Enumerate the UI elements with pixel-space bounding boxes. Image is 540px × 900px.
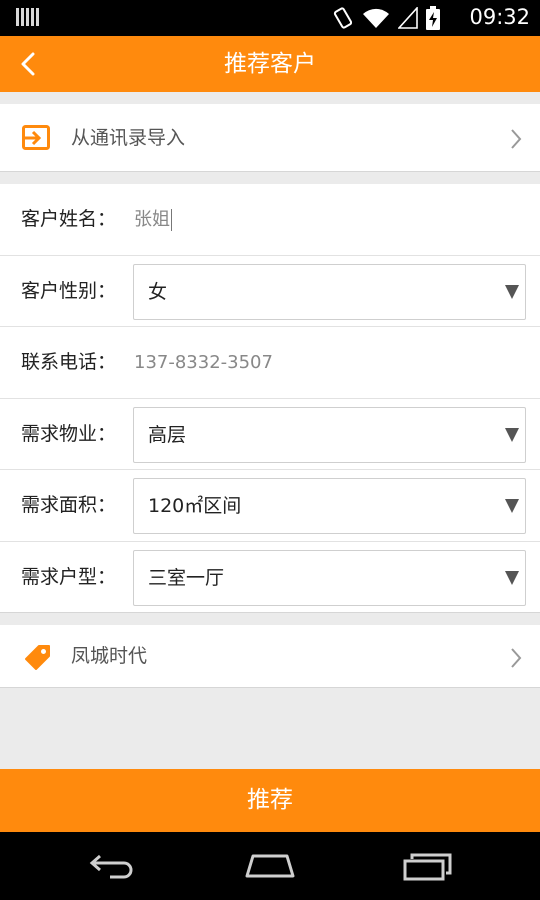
dropdown-arrow-icon	[505, 499, 519, 513]
layout-label: 需求户型：	[21, 565, 117, 588]
name-input[interactable]: 张姐	[134, 184, 172, 255]
recommend-button[interactable]: 推荐	[0, 769, 540, 832]
project-row[interactable]: 凤城时代	[0, 625, 540, 688]
dropdown-arrow-icon	[505, 427, 519, 442]
property-label: 需求物业：	[21, 422, 117, 445]
area-select[interactable]: 120㎡区间	[133, 478, 526, 534]
phone-row: 联系电话： 137-8332-3507	[0, 327, 540, 399]
status-bar: 09:32	[0, 0, 540, 36]
gender-row: 客户性别： 女	[0, 256, 540, 327]
tag-icon	[25, 645, 50, 670]
import-contacts-row[interactable]: 从通讯录导入	[0, 104, 540, 172]
signal-icon	[398, 7, 418, 29]
phone-label: 联系电话：	[21, 351, 117, 373]
area-value: 120㎡区间	[148, 495, 242, 517]
dropdown-arrow-icon	[505, 570, 519, 585]
gender-select[interactable]: 女	[133, 263, 526, 320]
chevron-right-icon	[511, 648, 522, 668]
nav-back-button[interactable]	[82, 846, 142, 886]
area-row: 需求面积： 120㎡区间	[0, 470, 540, 542]
property-value: 高层	[148, 423, 187, 446]
wifi-icon	[363, 8, 389, 28]
layout-row: 需求户型： 三室一厅	[0, 542, 540, 614]
gender-value: 女	[148, 280, 168, 303]
nav-recents-button[interactable]	[398, 846, 458, 886]
vibrate-icon	[333, 7, 353, 29]
recent-apps-icon	[403, 853, 452, 881]
property-select[interactable]: 高层	[133, 406, 526, 463]
name-value: 张姐	[134, 209, 170, 230]
page-title: 推荐客户	[224, 51, 316, 77]
gender-label: 客户性别：	[21, 279, 117, 302]
area-label: 需求面积：	[21, 494, 117, 516]
import-contacts-icon	[22, 125, 50, 150]
text-cursor	[171, 209, 172, 231]
project-label: 凤城时代	[71, 645, 148, 667]
dropdown-arrow-icon	[505, 284, 519, 299]
chevron-right-icon	[511, 129, 522, 149]
title-bar: 推荐客户	[0, 36, 540, 92]
customer-form: 客户姓名： 张姐 客户性别： 女 联系电话： 137-8332-3507 需求物…	[0, 184, 540, 613]
status-icons	[332, 6, 440, 30]
status-time: 09:32	[469, 5, 530, 29]
layout-value: 三室一厅	[148, 566, 225, 589]
nav-home-button[interactable]	[240, 846, 300, 886]
name-row: 客户姓名： 张姐	[0, 184, 540, 256]
system-nav-bar	[0, 832, 540, 900]
property-row: 需求物业： 高层	[0, 399, 540, 470]
phone-input[interactable]: 137-8332-3507	[134, 327, 273, 398]
name-label: 客户姓名：	[21, 208, 117, 230]
battery-charging-icon	[426, 6, 440, 30]
notification-icon	[16, 8, 39, 26]
home-icon	[245, 854, 295, 878]
import-contacts-label: 从通讯录导入	[71, 127, 186, 149]
back-arrow-icon	[89, 854, 133, 879]
layout-select[interactable]: 三室一厅	[133, 549, 526, 606]
